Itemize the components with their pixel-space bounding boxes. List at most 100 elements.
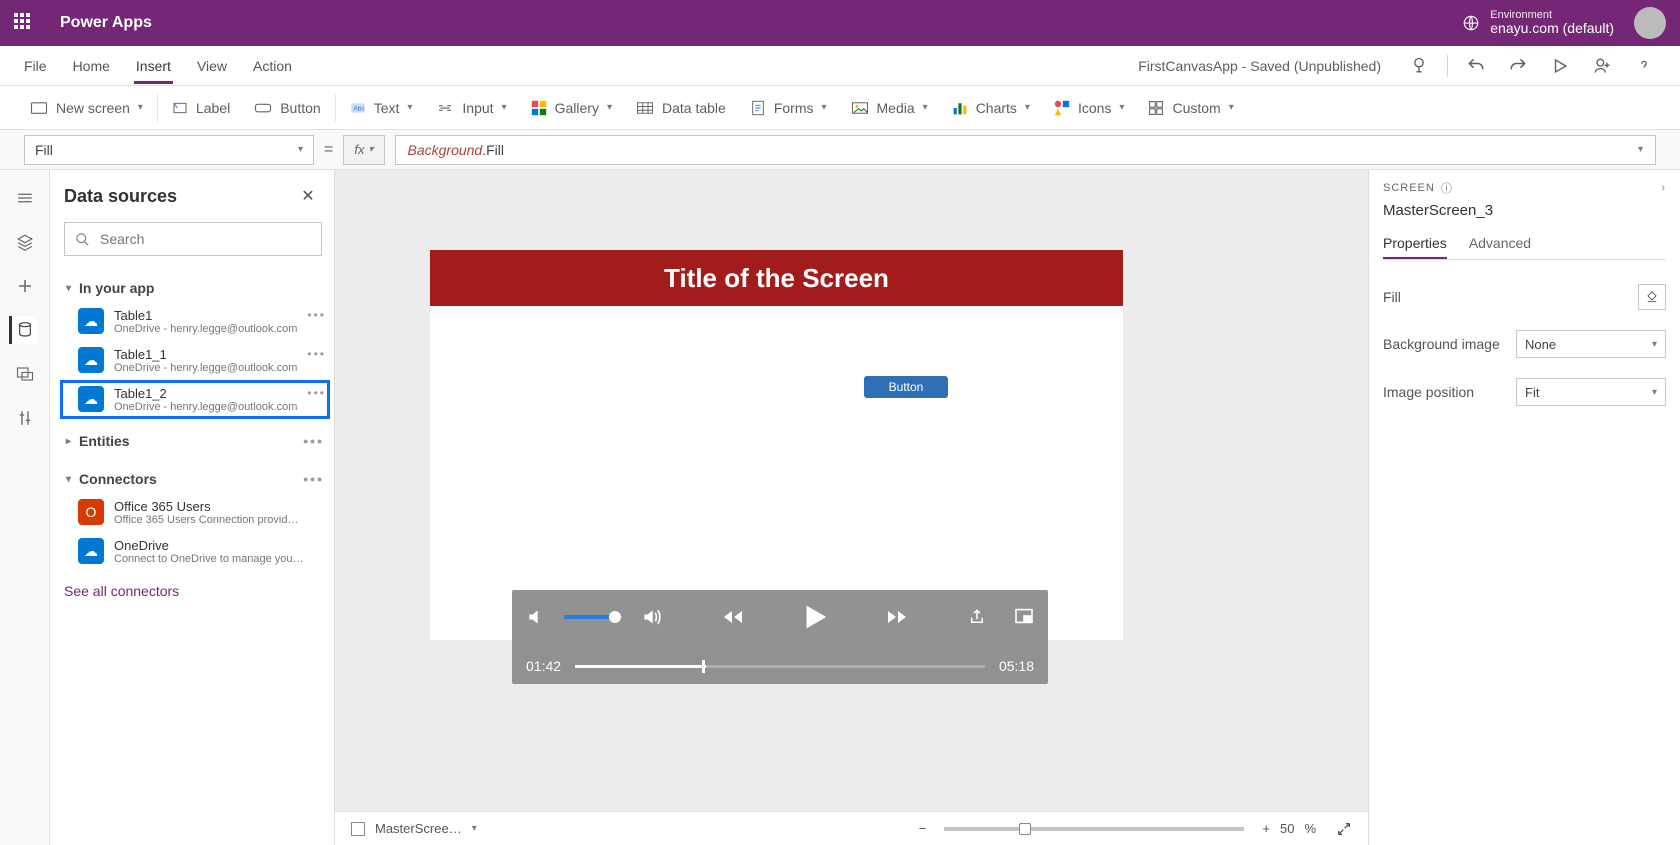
section-connectors[interactable]: ▾ Connectors •••: [60, 465, 330, 493]
search-input[interactable]: [64, 222, 322, 256]
data-source-item[interactable]: ☁ Table1_1 OneDrive - henry.legge@outloo…: [60, 341, 330, 380]
search-icon: [75, 232, 90, 247]
pip-icon[interactable]: [1014, 608, 1034, 626]
more-icon[interactable]: •••: [303, 471, 324, 487]
layers-icon[interactable]: [11, 228, 39, 256]
ribbon-forms[interactable]: Forms▾: [738, 86, 839, 129]
menu-action[interactable]: Action: [251, 48, 294, 84]
zoom-slider[interactable]: [944, 827, 1244, 831]
expand-icon[interactable]: ›: [1661, 182, 1666, 194]
advanced-tools-icon[interactable]: [11, 404, 39, 432]
more-icon[interactable]: •••: [307, 308, 326, 322]
bg-image-select[interactable]: None▾: [1516, 330, 1666, 358]
ribbon-custom[interactable]: Custom▾: [1136, 86, 1245, 129]
menu-bar: File Home Insert View Action FirstCanvas…: [0, 46, 1680, 86]
add-icon[interactable]: [11, 272, 39, 300]
ribbon-button[interactable]: Button: [242, 86, 332, 129]
properties-panel: SCREEN ⓘ › MasterScreen_3 Properties Adv…: [1368, 170, 1680, 845]
status-bar: MasterScree… ▾ − + 50 %: [335, 811, 1368, 845]
help-icon[interactable]: [1630, 52, 1658, 80]
more-icon[interactable]: •••: [303, 433, 324, 449]
video-current-time: 01:42: [526, 658, 561, 674]
video-total-time: 05:18: [999, 658, 1034, 674]
data-source-item[interactable]: ☁ Table1 OneDrive - henry.legge@outlook.…: [60, 302, 330, 341]
play-icon[interactable]: [798, 600, 832, 634]
tree-view-icon[interactable]: [11, 184, 39, 212]
screen-title-bar: Title of the Screen: [430, 250, 1123, 306]
ribbon: New screen▾ Label Button Abc Text▾ Input…: [0, 86, 1680, 130]
ribbon-text[interactable]: Abc Text▾: [338, 86, 425, 129]
zoom-in-icon[interactable]: +: [1262, 821, 1270, 836]
rewind-icon[interactable]: [718, 605, 748, 629]
info-icon[interactable]: ⓘ: [1441, 180, 1453, 196]
section-entities[interactable]: ▸ Entities •••: [60, 427, 330, 455]
close-icon[interactable]: ✕: [294, 182, 322, 210]
onedrive-icon: ☁: [78, 308, 104, 334]
environment-picker[interactable]: Environment enayu.com (default): [1462, 9, 1614, 36]
mute-icon[interactable]: [526, 607, 546, 627]
canvas-button[interactable]: Button: [864, 376, 948, 398]
chevron-right-icon: ▸: [66, 436, 71, 447]
ribbon-data-table[interactable]: Data table: [624, 86, 738, 129]
menu-file[interactable]: File: [22, 48, 49, 84]
tab-advanced[interactable]: Advanced: [1469, 229, 1531, 259]
panel-type-label: SCREEN: [1383, 182, 1435, 194]
globe-icon: [1462, 14, 1480, 32]
canvas-area: Title of the Screen Button 01:42: [335, 170, 1368, 845]
screen-checkbox[interactable]: [351, 822, 365, 836]
screen-name: MasterScreen_3: [1383, 202, 1666, 219]
prop-image-position-label: Image position: [1383, 384, 1474, 400]
undo-icon[interactable]: [1462, 52, 1490, 80]
prop-bg-image-label: Background image: [1383, 336, 1500, 352]
screen-preview[interactable]: Title of the Screen Button: [430, 250, 1123, 640]
see-all-connectors[interactable]: See all connectors: [50, 575, 334, 607]
app-checker-icon[interactable]: [1405, 52, 1433, 80]
fill-color-button[interactable]: [1638, 284, 1666, 310]
volume-icon[interactable]: [640, 607, 662, 627]
menu-home[interactable]: Home: [71, 48, 112, 84]
ribbon-label[interactable]: Label: [160, 86, 242, 129]
zoom-out-icon[interactable]: −: [919, 821, 927, 836]
formula-input[interactable]: Background.Fill ▾: [395, 135, 1657, 165]
redo-icon[interactable]: [1504, 52, 1532, 80]
chevron-down-icon[interactable]: ▾: [1638, 144, 1643, 155]
avatar[interactable]: [1634, 7, 1666, 39]
forward-icon[interactable]: [882, 605, 912, 629]
zoom-value: 50: [1280, 821, 1294, 836]
app-launcher-icon[interactable]: [14, 13, 34, 33]
ribbon-new-screen[interactable]: New screen▾: [18, 86, 155, 129]
share-icon[interactable]: [1588, 52, 1616, 80]
chevron-down-icon[interactable]: ▾: [472, 823, 477, 834]
video-player-overlay: 01:42 05:18: [512, 590, 1048, 684]
ribbon-input[interactable]: Input▾: [424, 86, 518, 129]
ribbon-gallery[interactable]: Gallery▾: [519, 86, 624, 129]
connector-item[interactable]: O Office 365 Users Office 365 Users Conn…: [60, 493, 330, 532]
environment-label: Environment: [1490, 9, 1614, 21]
onedrive-icon: ☁: [78, 386, 104, 412]
volume-slider[interactable]: [564, 615, 622, 619]
menu-insert[interactable]: Insert: [134, 48, 173, 84]
section-in-your-app[interactable]: ▾ In your app: [60, 274, 330, 302]
app-name: Power Apps: [60, 14, 152, 32]
ribbon-icons[interactable]: Icons▾: [1042, 86, 1137, 129]
data-sources-icon[interactable]: [9, 316, 37, 344]
fit-to-window-icon[interactable]: [1336, 821, 1352, 837]
more-icon[interactable]: •••: [307, 386, 326, 400]
share-video-icon[interactable]: [968, 608, 986, 626]
media-panel-icon[interactable]: [11, 360, 39, 388]
ribbon-media[interactable]: Media▾: [839, 86, 940, 129]
more-icon[interactable]: •••: [307, 347, 326, 361]
fx-button[interactable]: fx▾: [343, 135, 384, 165]
data-source-item-selected[interactable]: ☁ Table1_2 OneDrive - henry.legge@outloo…: [60, 380, 330, 419]
office365-icon: O: [78, 499, 104, 525]
connector-item[interactable]: ☁ OneDrive Connect to OneDrive to manage…: [60, 532, 330, 571]
play-icon[interactable]: [1546, 52, 1574, 80]
image-position-select[interactable]: Fit▾: [1516, 378, 1666, 406]
ribbon-charts[interactable]: Charts▾: [940, 86, 1042, 129]
property-selector[interactable]: Fill ▾: [24, 135, 314, 165]
zoom-unit: %: [1304, 821, 1316, 836]
video-timeline[interactable]: [575, 665, 985, 668]
chevron-down-icon: ▾: [66, 474, 71, 485]
tab-properties[interactable]: Properties: [1383, 229, 1447, 259]
menu-view[interactable]: View: [195, 48, 229, 84]
